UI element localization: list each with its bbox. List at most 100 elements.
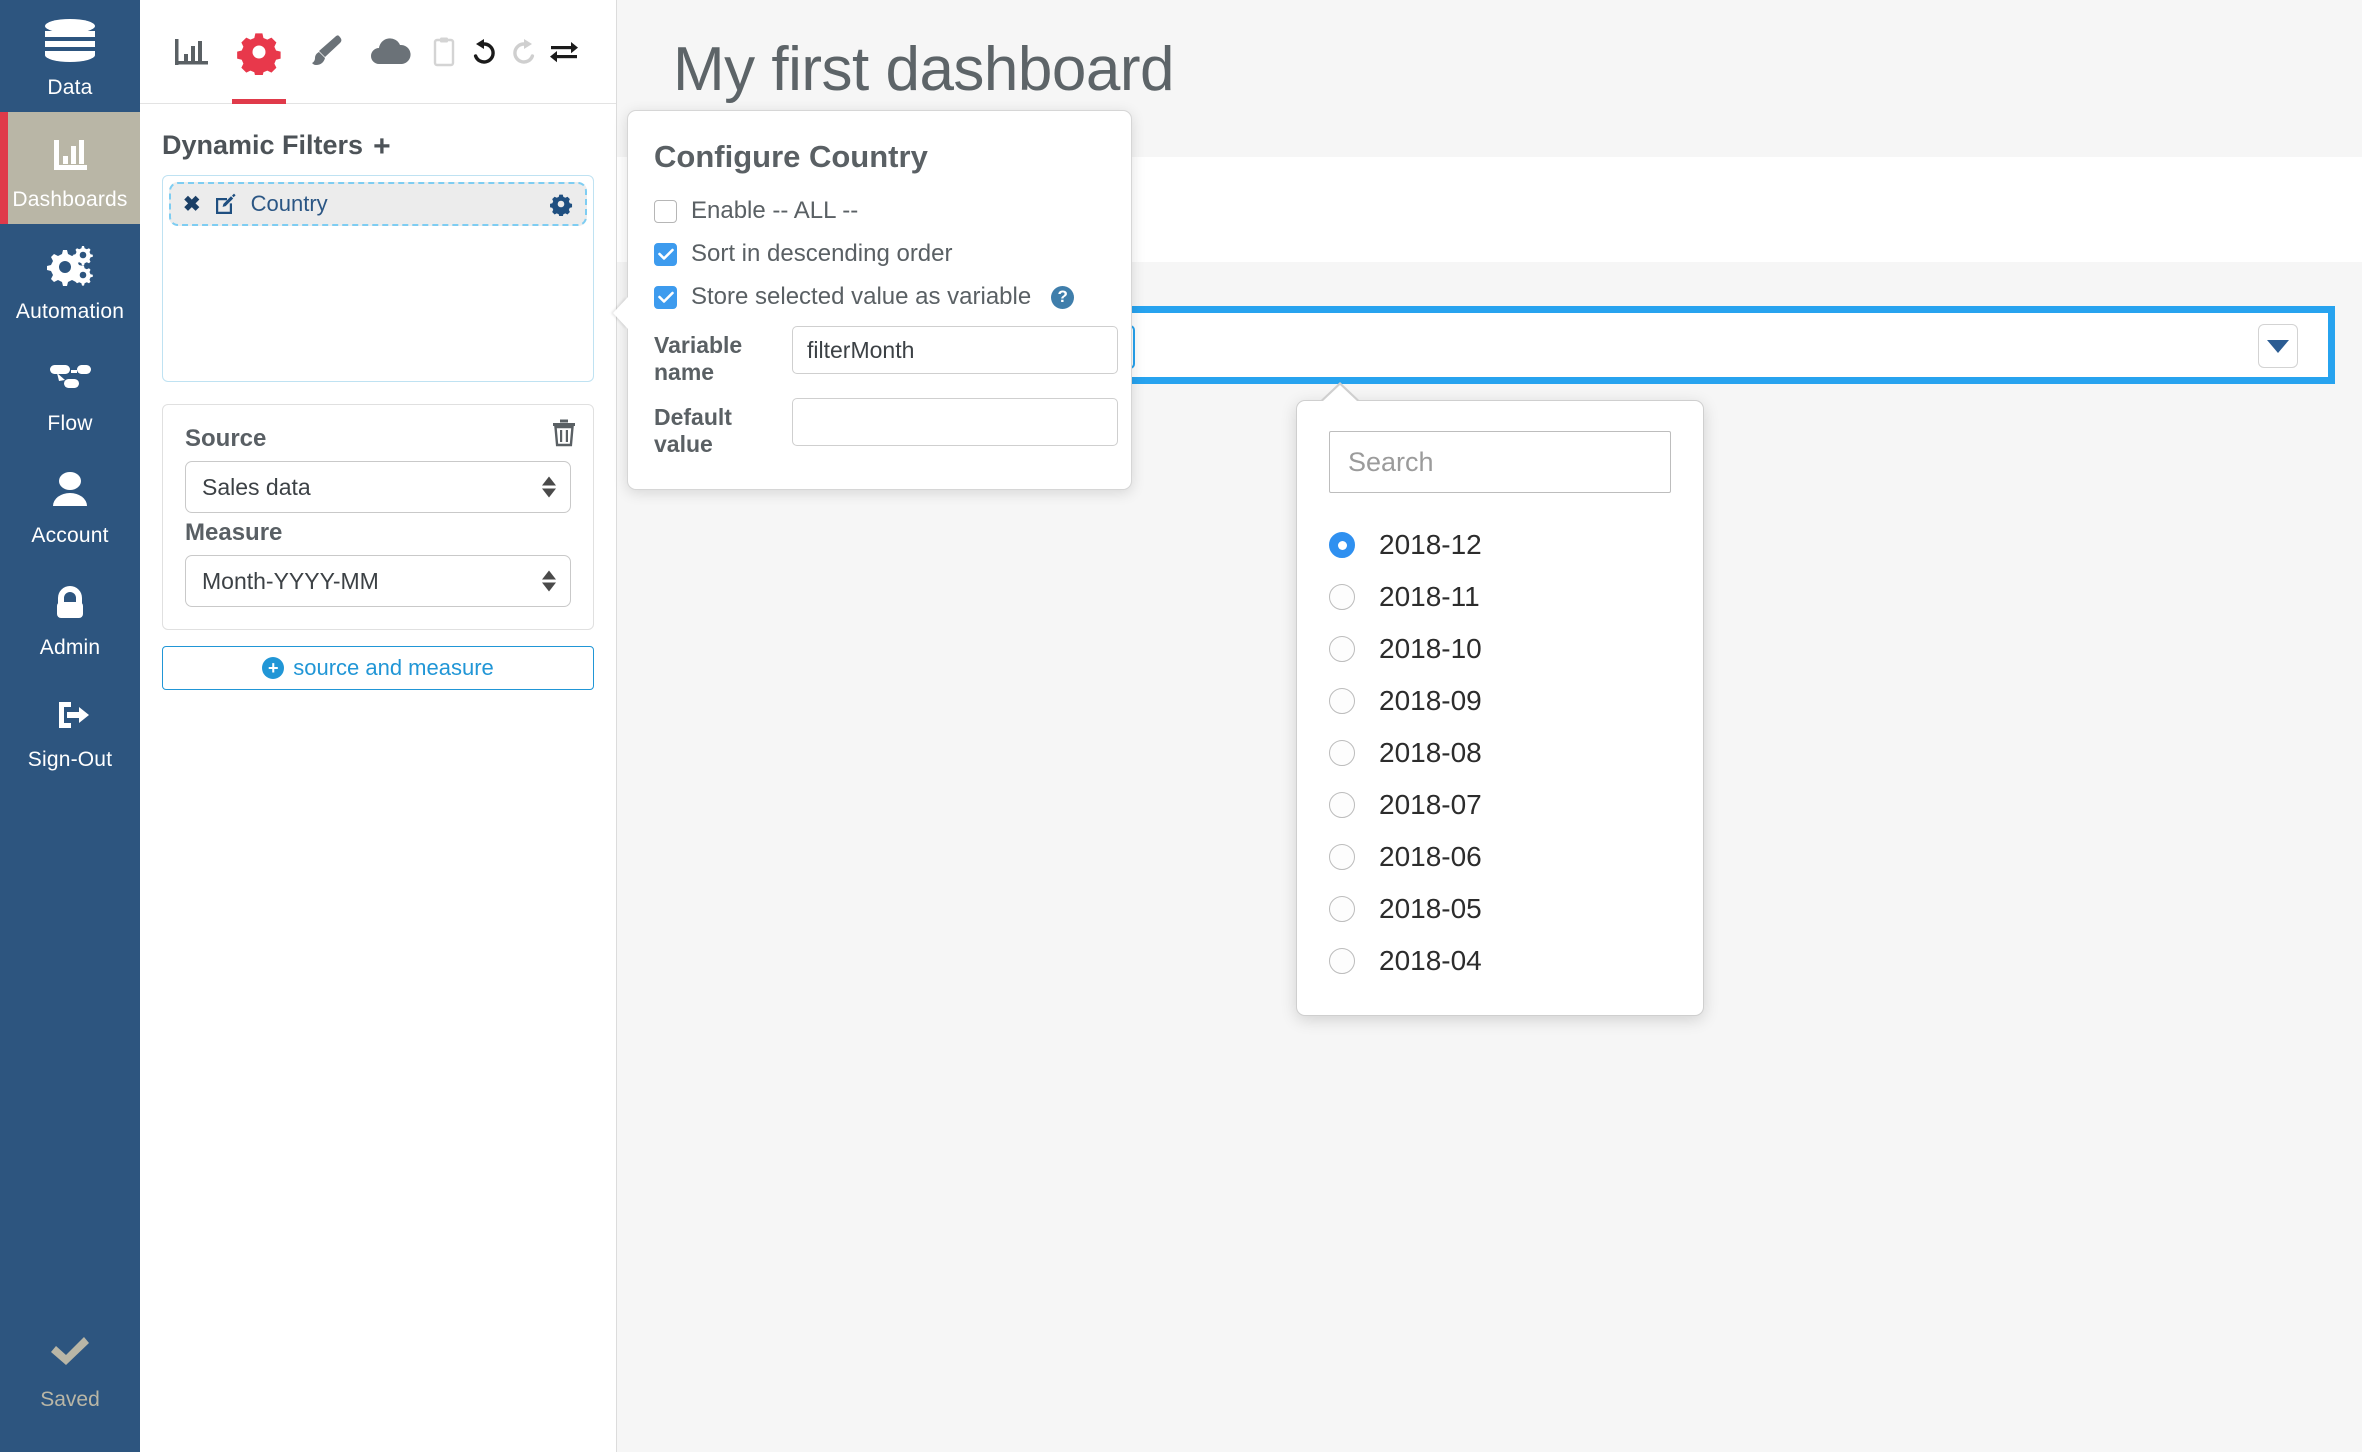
swap-button[interactable] <box>546 0 582 104</box>
editor-toolbar <box>140 0 616 104</box>
popover-title: Configure Country <box>654 139 928 174</box>
list-item[interactable]: 2018-10 <box>1329 623 1671 675</box>
radio-icon[interactable] <box>1329 844 1355 870</box>
list-item[interactable]: 2018-08 <box>1329 727 1671 779</box>
radio-icon[interactable] <box>1329 532 1355 558</box>
list-item[interactable]: 2018-11 <box>1329 571 1671 623</box>
sign-out-icon <box>41 690 99 740</box>
checkbox-icon[interactable] <box>654 285 677 309</box>
list-item-label: 2018-10 <box>1379 633 1482 664</box>
sidebar-item-label: Admin <box>39 636 101 659</box>
list-item-label: 2018-07 <box>1379 789 1482 820</box>
add-filter-button[interactable]: + <box>373 131 391 162</box>
swap-icon <box>550 41 578 62</box>
list-item-label: 2018-09 <box>1379 685 1482 716</box>
variable-name-row: Variable name <box>654 326 1118 386</box>
select-stepper-icon <box>542 476 556 498</box>
bar-chart-icon <box>41 130 99 180</box>
sidebar-item-label: Dashboards <box>12 188 128 211</box>
default-value-label: Default value <box>654 404 732 458</box>
measure-label: Measure <box>185 519 283 546</box>
undo-button[interactable] <box>466 0 502 104</box>
add-source-and-measure-button[interactable]: + source and measure <box>162 646 594 690</box>
clipboard-icon <box>433 37 455 66</box>
radio-icon[interactable] <box>1329 948 1355 974</box>
page-title: My first dashboard <box>673 35 1175 104</box>
check-icon <box>41 1328 99 1378</box>
sort-descending-checkbox-row[interactable]: Sort in descending order <box>654 240 1105 268</box>
sidebar-item-label: Flow <box>47 412 93 435</box>
editor-panel: Dynamic Filters + ✖ Country Source Sales… <box>140 0 617 1452</box>
help-icon[interactable]: ? <box>1051 285 1075 309</box>
sidebar-item-data[interactable]: Data <box>0 0 140 112</box>
redo-button[interactable] <box>506 0 542 104</box>
gears-icon <box>41 242 99 292</box>
sidebar-item-admin[interactable]: Admin <box>0 560 140 672</box>
list-item[interactable]: 2018-09 <box>1329 675 1671 727</box>
caret-down-icon <box>2267 339 2289 353</box>
delete-source-icon[interactable] <box>551 419 577 447</box>
sidebar-item-account[interactable]: Account <box>0 448 140 560</box>
tab-cloud[interactable] <box>360 0 422 104</box>
enable-all-label: Enable -- ALL -- <box>691 197 859 224</box>
dynamic-filters-heading: Dynamic Filters + <box>162 130 594 161</box>
checkbox-icon[interactable] <box>654 242 677 266</box>
default-value-row: Default value <box>654 398 1118 458</box>
variable-name-label: Variable name <box>654 332 743 386</box>
dynamic-filters-title: Dynamic Filters <box>162 130 364 160</box>
source-select-value: Sales data <box>202 473 311 500</box>
sort-descending-label: Sort in descending order <box>691 240 953 267</box>
paste-button[interactable] <box>426 0 462 104</box>
variable-name-input[interactable] <box>792 326 1118 374</box>
plus-circle-icon: + <box>262 657 285 679</box>
sidebar-item-sign-out[interactable]: Sign-Out <box>0 672 140 784</box>
radio-icon[interactable] <box>1329 688 1355 714</box>
database-icon <box>41 18 99 68</box>
radio-icon[interactable] <box>1329 740 1355 766</box>
save-status-label: Saved <box>40 1388 100 1411</box>
undo-icon <box>473 38 495 64</box>
configure-filter-gear-icon[interactable] <box>549 192 573 217</box>
select-stepper-icon <box>542 570 556 592</box>
sidebar-item-label: Data <box>47 76 93 99</box>
list-item-label: 2018-11 <box>1379 581 1480 612</box>
redo-icon <box>513 38 535 64</box>
flow-icon <box>41 354 99 404</box>
edit-filter-icon[interactable] <box>215 193 237 215</box>
list-item-label: 2018-12 <box>1379 529 1482 560</box>
measure-select[interactable]: Month-YYYY-MM <box>185 555 571 607</box>
search-input[interactable] <box>1329 431 1671 493</box>
checkbox-icon[interactable] <box>654 199 677 223</box>
filters-list: ✖ Country <box>162 175 594 382</box>
add-source-and-measure-label: source and measure <box>293 655 494 680</box>
remove-filter-icon[interactable]: ✖ <box>183 194 201 215</box>
tab-settings[interactable] <box>228 0 290 104</box>
list-item[interactable]: 2018-06 <box>1329 831 1671 883</box>
tab-style[interactable] <box>294 0 356 104</box>
list-item[interactable]: 2018-04 <box>1329 935 1671 987</box>
sidebar-item-dashboards[interactable]: Dashboards <box>0 112 140 224</box>
default-value-input[interactable] <box>792 398 1118 447</box>
list-item[interactable]: 2018-07 <box>1329 779 1671 831</box>
tab-chart[interactable] <box>162 0 224 104</box>
paintbrush-icon <box>312 34 342 65</box>
store-variable-label: Store selected value as variable <box>691 283 1032 310</box>
radio-icon[interactable] <box>1329 792 1355 818</box>
list-item[interactable]: 2018-12 <box>1329 519 1671 571</box>
lock-icon <box>41 578 99 628</box>
list-item[interactable]: 2018-05 <box>1329 883 1671 935</box>
radio-icon[interactable] <box>1329 636 1355 662</box>
store-variable-checkbox-row[interactable]: Store selected value as variable ? <box>654 283 1105 311</box>
filter-value-dropdown: 2018-12 2018-11 2018-10 2018-09 2018-08 … <box>1296 382 1704 1016</box>
source-label: Source <box>185 425 267 452</box>
radio-icon[interactable] <box>1329 896 1355 922</box>
enable-all-checkbox-row[interactable]: Enable -- ALL -- <box>654 197 1105 225</box>
cloud-icon <box>371 37 411 64</box>
sidebar-item-automation[interactable]: Automation <box>0 224 140 336</box>
filter-chip-country[interactable]: ✖ Country <box>169 182 587 226</box>
filter-expand-button[interactable] <box>2258 324 2298 368</box>
source-select[interactable]: Sales data <box>185 461 571 513</box>
radio-icon[interactable] <box>1329 584 1355 610</box>
user-icon <box>41 466 99 516</box>
sidebar-item-flow[interactable]: Flow <box>0 336 140 448</box>
